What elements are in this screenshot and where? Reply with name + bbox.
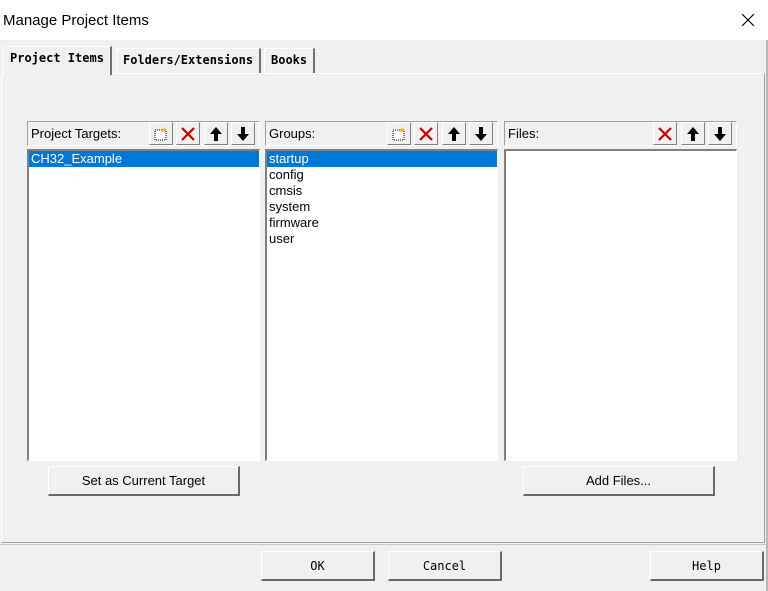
tab-books[interactable]: Books	[264, 48, 316, 73]
tab-folders-extensions[interactable]: Folders/Extensions	[116, 48, 262, 73]
groups-down-button[interactable]	[469, 122, 493, 145]
files-up-button[interactable]	[681, 122, 705, 145]
files-label: Files:	[508, 126, 540, 141]
new-item-icon	[392, 126, 405, 140]
move-up-icon	[687, 126, 699, 141]
files-listbox[interactable]	[504, 149, 737, 461]
window-title: Manage Project Items	[3, 12, 149, 29]
files-header: Files:	[504, 121, 737, 146]
move-down-icon	[237, 126, 249, 141]
move-down-icon	[475, 126, 487, 141]
targets-label: Project Targets:	[31, 126, 122, 141]
list-item[interactable]: cmsis	[267, 183, 497, 199]
groups-new-button[interactable]	[387, 122, 411, 145]
tab-project-items[interactable]: Project Items	[3, 46, 112, 75]
close-button[interactable]	[728, 0, 768, 40]
title-bar: Manage Project Items	[0, 0, 768, 40]
files-delete-button[interactable]	[653, 122, 677, 145]
groups-up-button[interactable]	[442, 122, 466, 145]
targets-down-button[interactable]	[231, 122, 255, 145]
targets-delete-button[interactable]	[176, 122, 200, 145]
delete-icon	[181, 126, 195, 141]
close-icon	[741, 13, 755, 27]
targets-new-button[interactable]	[149, 122, 173, 145]
set-current-target-button[interactable]: Set as Current Target	[48, 466, 240, 496]
groups-header: Groups:	[265, 121, 498, 146]
delete-icon	[419, 126, 433, 141]
files-down-button[interactable]	[708, 122, 732, 145]
new-item-icon	[154, 126, 167, 140]
move-up-icon	[448, 126, 460, 141]
list-item[interactable]: CH32_Example	[29, 151, 259, 167]
targets-listbox[interactable]: CH32_Example	[27, 149, 260, 461]
list-item[interactable]: user	[267, 231, 497, 247]
targets-header: Project Targets:	[27, 121, 260, 146]
add-files-button[interactable]: Add Files...	[523, 466, 715, 496]
cancel-button[interactable]: Cancel	[388, 551, 502, 581]
ok-button[interactable]: OK	[261, 551, 375, 581]
move-down-icon	[714, 126, 726, 141]
move-up-icon	[210, 126, 222, 141]
groups-label: Groups:	[269, 126, 316, 141]
help-button[interactable]: Help	[650, 551, 764, 581]
list-item[interactable]: firmware	[267, 215, 497, 231]
list-item[interactable]: config	[267, 167, 497, 183]
groups-delete-button[interactable]	[414, 122, 438, 145]
list-item[interactable]: system	[267, 199, 497, 215]
targets-up-button[interactable]	[204, 122, 228, 145]
delete-icon	[658, 126, 672, 141]
groups-listbox[interactable]: startup config cmsis system firmware use…	[265, 149, 498, 461]
list-item[interactable]: startup	[267, 151, 497, 167]
